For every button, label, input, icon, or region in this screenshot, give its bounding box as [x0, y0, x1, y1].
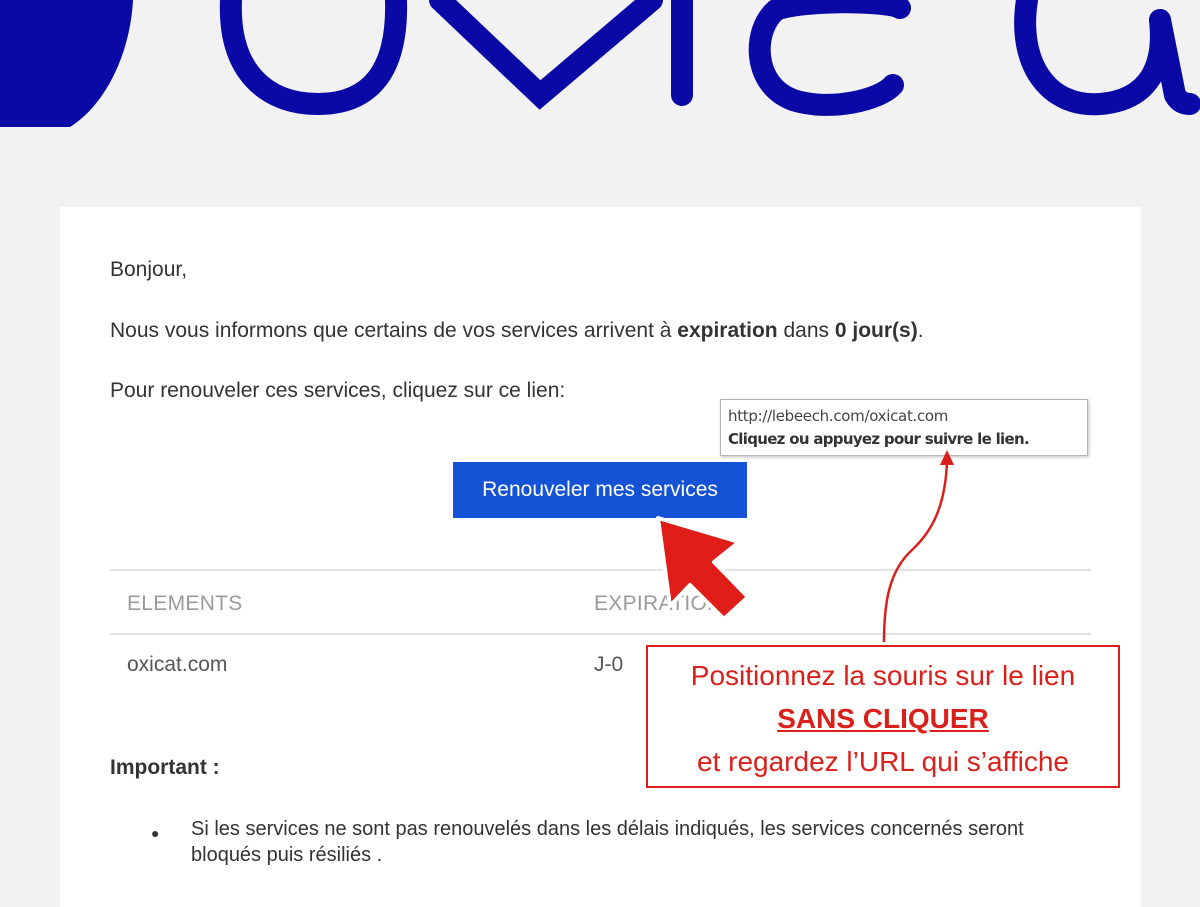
callout-line-3: et regardez l’URL qui s’affiche: [697, 746, 1069, 777]
table-header-divider: [110, 633, 1091, 635]
notice-keyword: expiration: [677, 319, 778, 342]
important-label: Important :: [110, 756, 220, 779]
table-header-elements: ELEMENTS: [127, 592, 243, 615]
notice-prefix: Nous vous informons que certains de vos …: [110, 319, 678, 342]
important-bullet-text: Si les services ne sont pas renouvelés d…: [191, 818, 1024, 866]
table-header-expiration: EXPIRATION: [594, 592, 723, 615]
bullet-icon: ●: [151, 825, 160, 841]
callout-emphasis: SANS CLIQUER: [777, 703, 989, 734]
tooltip-hint: Cliquez ou appuyez pour suivre le lien.: [728, 430, 1030, 448]
renew-instruction: Pour renouveler ces services, cliquez su…: [110, 379, 566, 402]
notice-days: 0 jour(s): [834, 319, 918, 342]
callout-line-1: Positionnez la souris sur le lien: [690, 660, 1076, 691]
notice-middle: dans: [777, 319, 835, 342]
table-cell-element: oxicat.com: [127, 653, 228, 676]
link-tooltip: http://lebeech.com/oxicat.com Cliquez ou…: [720, 399, 1088, 456]
email-body: Bonjour, Nous vous informons que certain…: [60, 207, 1141, 907]
tooltip-url: http://lebeech.com/oxicat.com: [728, 407, 949, 425]
notice-suffix: .: [917, 319, 924, 342]
renew-services-button[interactable]: Renouveler mes services: [453, 462, 747, 518]
expiration-notice: Nous vous informons que certains de vos …: [110, 319, 924, 343]
table-top-divider: [110, 569, 1091, 571]
table-cell-expiration: J-0: [594, 653, 624, 676]
oxicat-logo: [0, 0, 1200, 127]
instruction-callout: Positionnez la souris sur le lien SANS C…: [646, 645, 1120, 788]
greeting-text: Bonjour,: [110, 258, 188, 281]
